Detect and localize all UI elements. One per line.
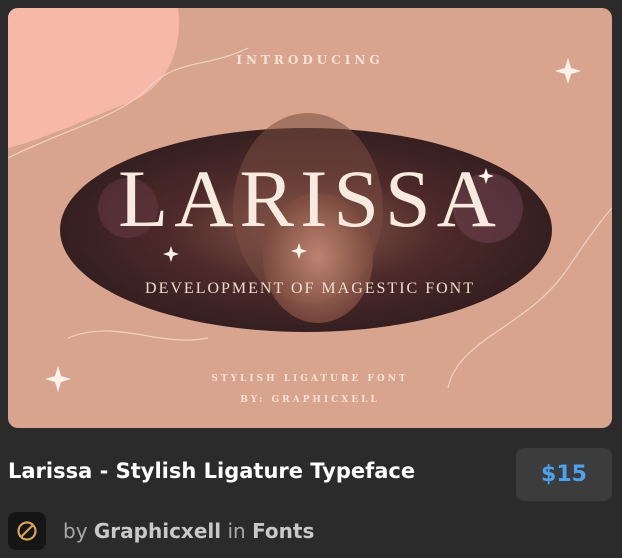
price-label: $15	[541, 462, 587, 487]
product-preview-image[interactable]: INTRODUCING LARISSA DEVELOPMENT OF MAGES…	[8, 8, 612, 428]
font-name-display: LARISSA	[118, 153, 502, 244]
author-row: by Graphicxell in Fonts	[8, 512, 528, 550]
product-title[interactable]: Larissa - Stylish Ligature Typeface	[8, 459, 415, 483]
price-button[interactable]: $15	[516, 448, 612, 501]
introducing-text: INTRODUCING	[236, 53, 384, 67]
category-link[interactable]: Fonts	[252, 519, 314, 543]
author-link[interactable]: Graphicxell	[94, 519, 221, 543]
by-word: by	[63, 519, 88, 543]
in-word: in	[227, 519, 246, 543]
author-byline: by Graphicxell in Fonts	[63, 519, 314, 543]
font-tagline: DEVELOPMENT OF MAGESTIC FONT	[145, 280, 475, 297]
pink-blob-shape	[8, 8, 179, 148]
font-style-text: STYLISH LIGATURE FONT	[211, 374, 409, 384]
image-byline: BY: GRAPHICXELL	[240, 395, 380, 405]
graphicxell-logo-icon	[17, 521, 37, 541]
author-avatar[interactable]	[8, 512, 46, 550]
